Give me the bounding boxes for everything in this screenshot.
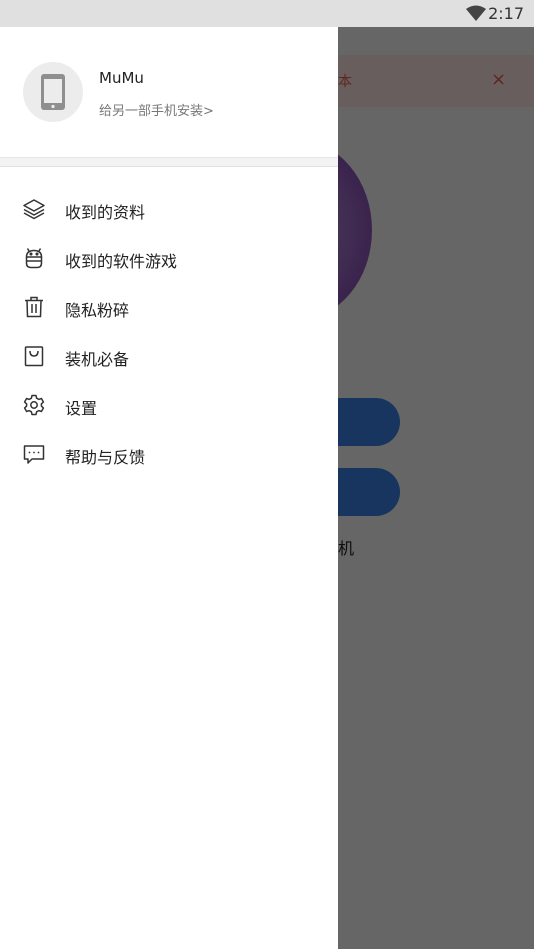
menu-item-label: 装机必备 bbox=[65, 350, 130, 369]
drawer-menu: 收到的资料 收到的软件游戏 隐私粉碎 装机必备 设置 帮助与反馈 bbox=[0, 167, 338, 479]
menu-item-settings[interactable]: 设置 bbox=[0, 381, 338, 430]
status-bar: 2:17 bbox=[0, 0, 534, 27]
menu-item-label: 设置 bbox=[65, 399, 98, 418]
menu-item-received-apps-games[interactable]: 收到的软件游戏 bbox=[0, 234, 338, 283]
chat-bubble-icon bbox=[23, 445, 45, 464]
menu-item-label: 隐私粉碎 bbox=[65, 301, 130, 320]
wifi-icon bbox=[466, 5, 486, 21]
android-icon bbox=[25, 248, 43, 269]
gear-icon bbox=[23, 394, 45, 416]
menu-item-label: 收到的资料 bbox=[65, 203, 146, 222]
menu-item-help-feedback[interactable]: 帮助与反馈 bbox=[0, 430, 338, 479]
status-time: 2:17 bbox=[488, 4, 524, 23]
menu-item-received-files[interactable]: 收到的资料 bbox=[0, 185, 338, 234]
layers-icon bbox=[23, 199, 45, 220]
avatar[interactable] bbox=[23, 62, 83, 122]
section-divider bbox=[0, 157, 338, 167]
phone-icon bbox=[41, 74, 65, 110]
navigation-drawer: MuMu 给另一部手机安装> 收到的资料 收到的软件游戏 隐私粉碎 装机必备 设… bbox=[0, 27, 338, 949]
profile-header[interactable]: MuMu 给另一部手机安装> bbox=[0, 27, 338, 157]
menu-item-label: 收到的软件游戏 bbox=[65, 252, 178, 271]
shopping-bag-icon bbox=[24, 346, 44, 367]
install-on-another-phone-link[interactable]: 给另一部手机安装> bbox=[99, 100, 214, 119]
menu-item-essentials[interactable]: 装机必备 bbox=[0, 332, 338, 381]
menu-item-label: 帮助与反馈 bbox=[65, 448, 146, 467]
trash-icon bbox=[25, 296, 43, 318]
menu-item-privacy-shred[interactable]: 隐私粉碎 bbox=[0, 283, 338, 332]
profile-name: MuMu bbox=[99, 69, 144, 87]
